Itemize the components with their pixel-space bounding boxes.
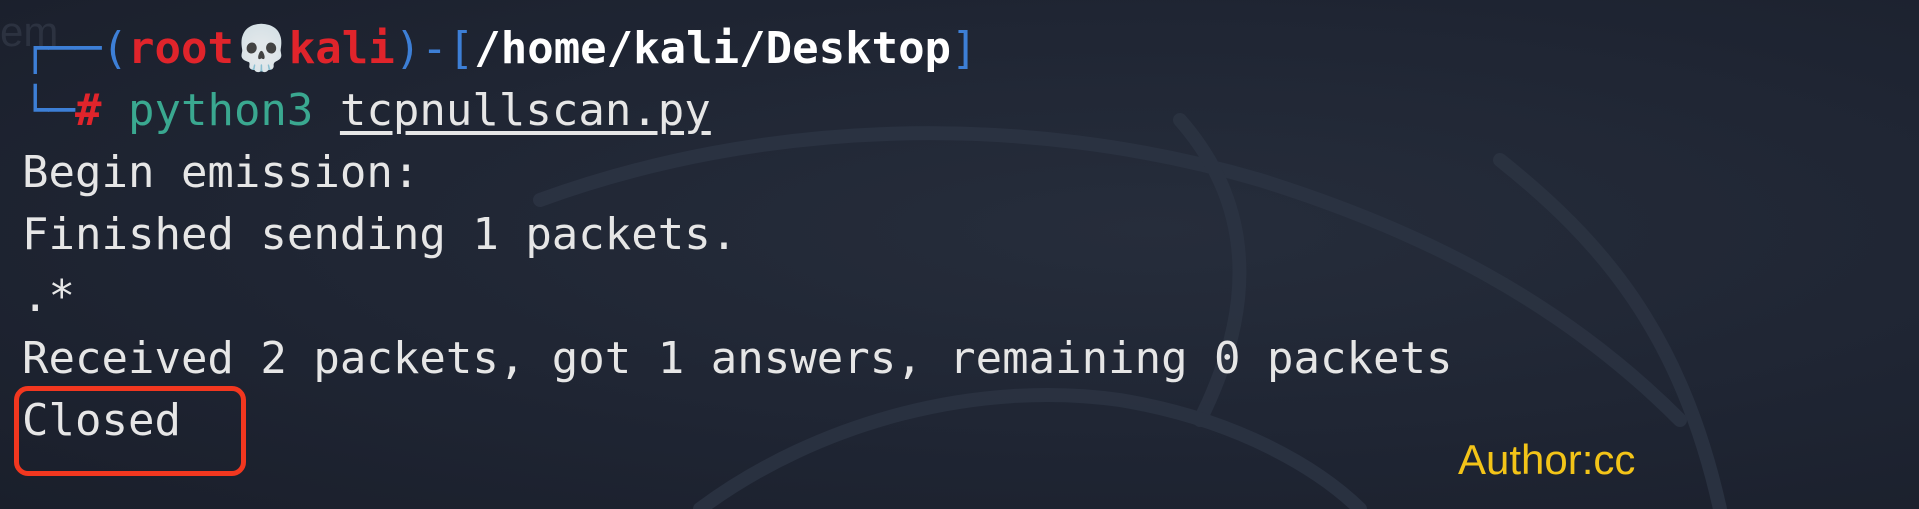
prompt-open-paren: ( [101, 23, 128, 74]
prompt-frame-top: ┌── [22, 23, 102, 74]
command-argument[interactable]: tcpnullscan.py [340, 85, 711, 136]
prompt-cwd: /home/kali/Desktop [474, 23, 952, 74]
prompt-host: kali [288, 23, 395, 74]
prompt-dash: - [421, 23, 448, 74]
result-highlight-box [14, 386, 246, 476]
command-program: python3 [127, 85, 314, 136]
prompt-frame-bottom: └─ [22, 85, 75, 136]
command-line[interactable]: └─# python3 tcpnullscan.py [22, 80, 711, 142]
output-line: Begin emission: [22, 147, 420, 198]
skull-icon: 💀 [233, 23, 289, 74]
output-line: Finished sending 1 packets. [22, 209, 738, 260]
prompt-symbol: # [74, 85, 102, 136]
output-line: Received 2 packets, got 1 answers, remai… [22, 333, 1453, 384]
prompt-line: ┌──(root💀kali)-[/home/kali/Desktop] [22, 18, 978, 80]
prompt-open-bracket: [ [447, 23, 475, 74]
author-watermark: Author:cc [1458, 436, 1636, 483]
prompt-close-paren: ) [394, 23, 422, 74]
prompt-user: root [127, 23, 234, 74]
prompt-close-bracket: ] [951, 23, 978, 74]
output-line: .* [22, 271, 75, 322]
terminal-window[interactable]: em ┌──(root💀kali)-[/home/kali/Desktop] └… [0, 0, 1919, 509]
